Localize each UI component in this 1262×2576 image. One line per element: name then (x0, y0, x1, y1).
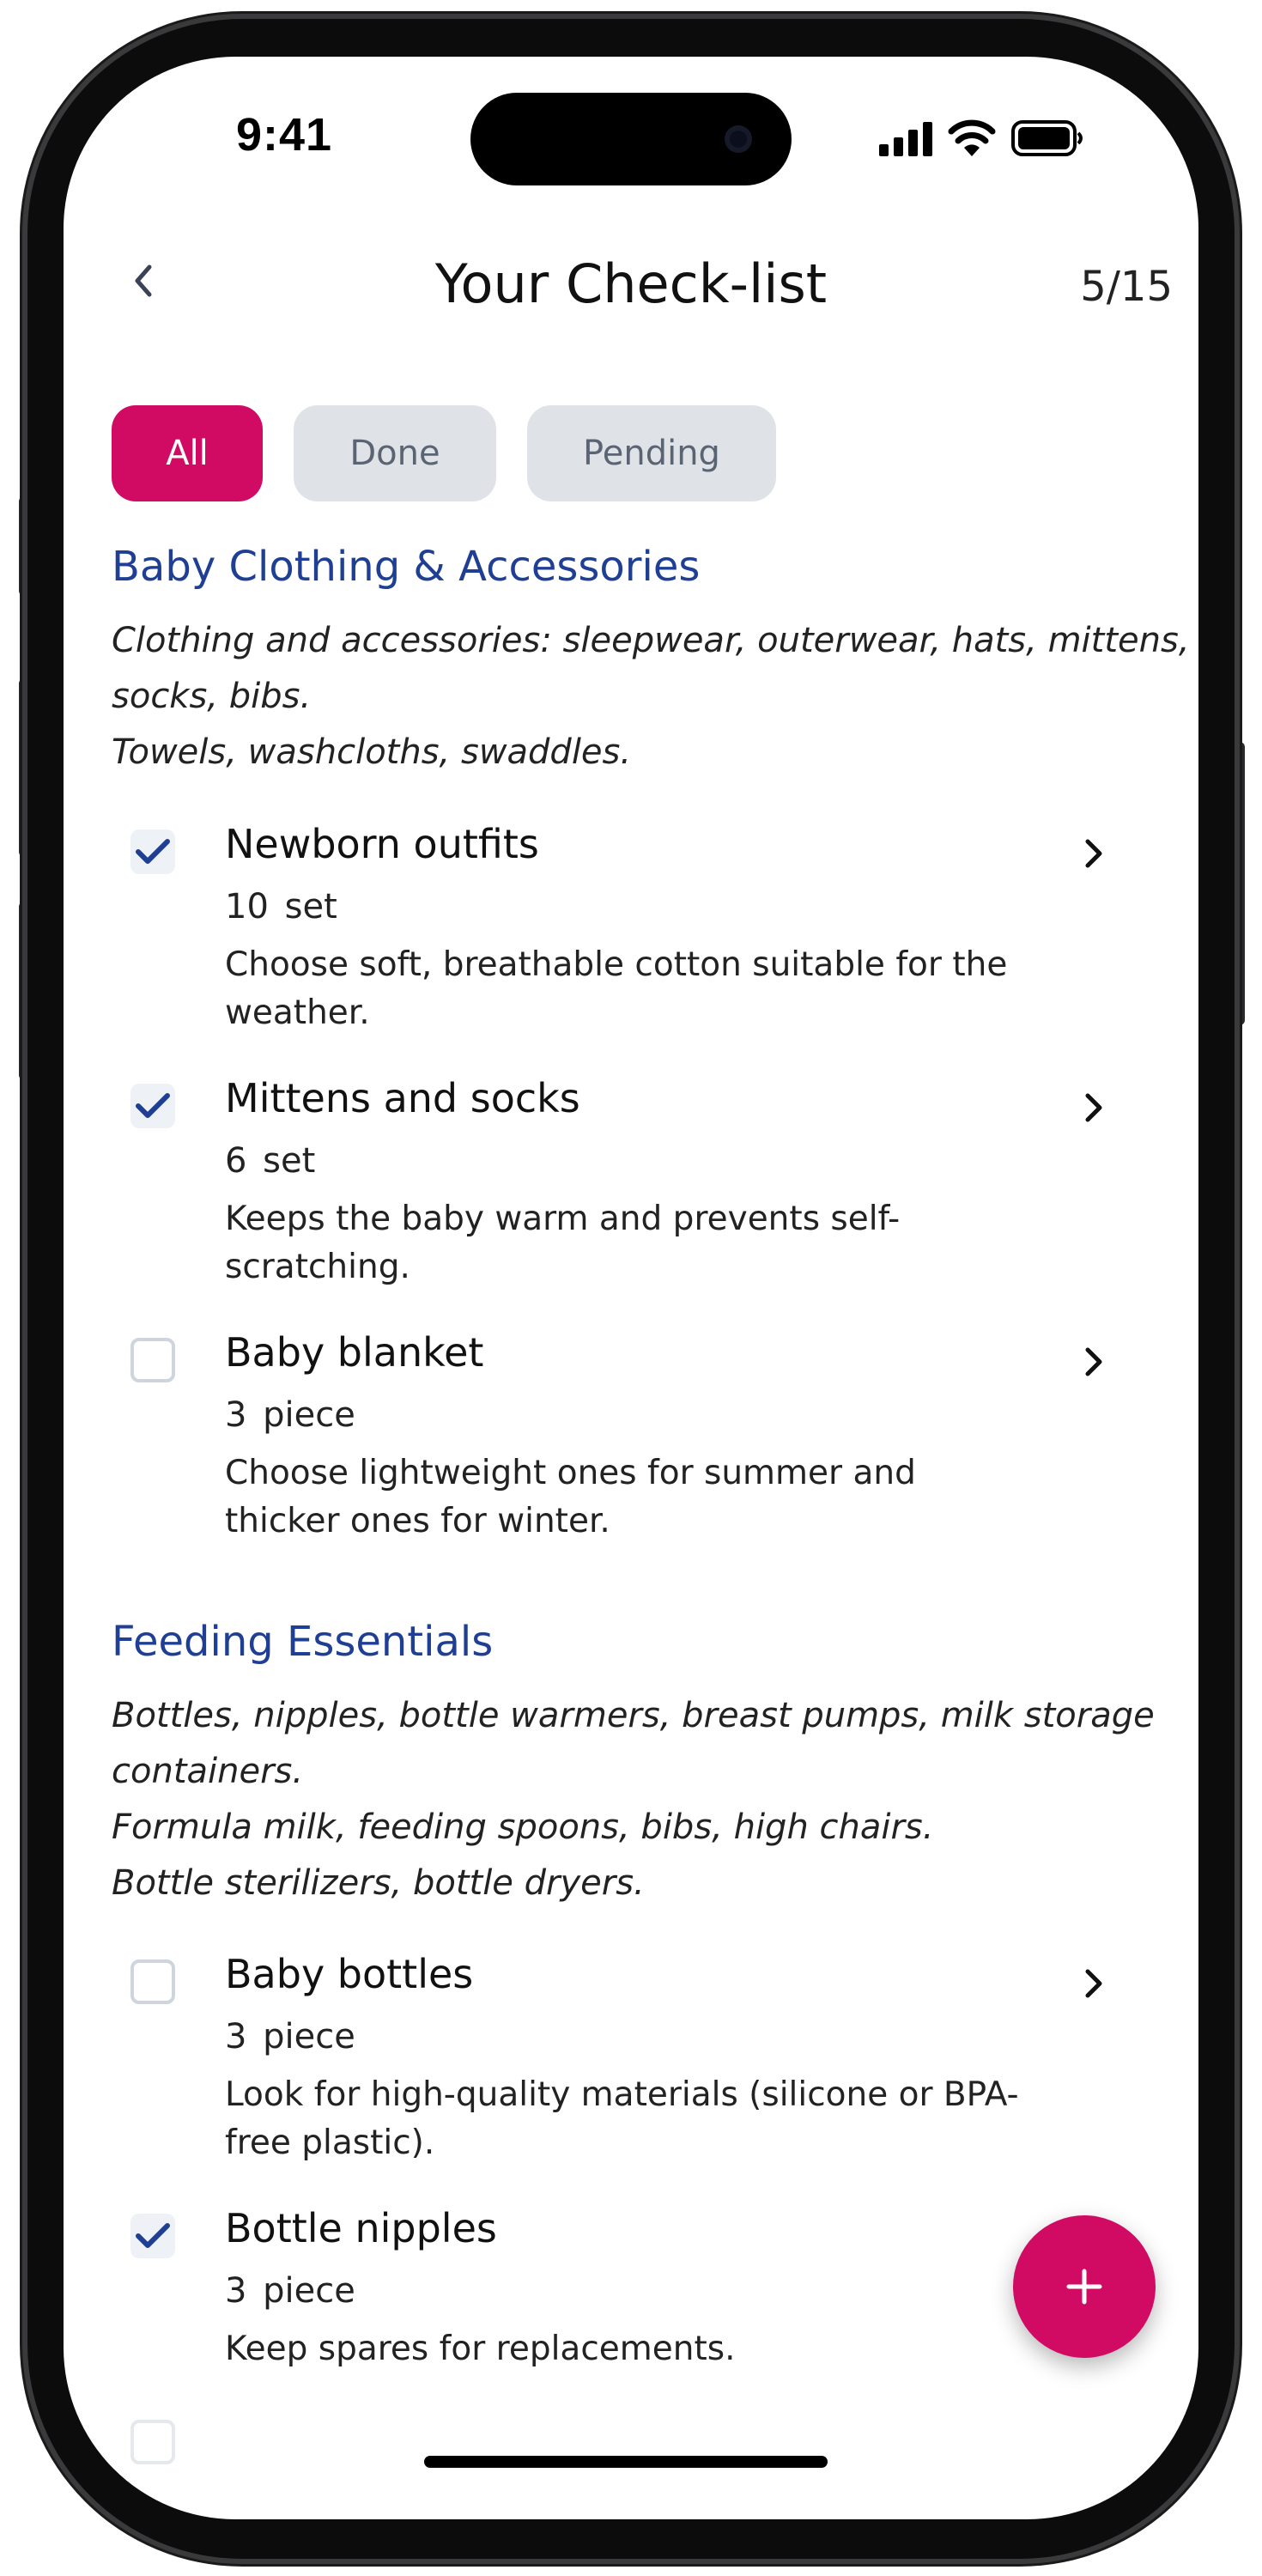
section-description: Clothing and accessories: sleepwear, out… (112, 621, 1190, 772)
checkmark-icon (136, 839, 170, 864)
item-quantity: 3 piece (225, 2271, 355, 2311)
checkmark-icon (136, 2223, 170, 2248)
tab-pending[interactable]: Pending (527, 405, 776, 501)
chevron-right-icon (1085, 1093, 1102, 1122)
item-checkbox[interactable] (130, 1959, 175, 2004)
chevron-right-icon (1085, 839, 1102, 868)
camera-icon (725, 125, 752, 153)
add-item-button[interactable] (1013, 2215, 1156, 2358)
item-checkbox[interactable] (130, 829, 175, 874)
item-detail-button[interactable] (1077, 1336, 1111, 1388)
app-screen: 9:41 Your Check-list 5/15 All Done Pendi… (64, 57, 1198, 2519)
item-name: Mittens and socks (225, 1075, 580, 1121)
section-title: Feeding Essentials (112, 1618, 494, 1666)
item-quantity: 3 piece (225, 1395, 355, 1435)
item-checkbox[interactable] (130, 2420, 175, 2464)
item-name: Bottle nipples (225, 2205, 497, 2251)
section-title: Baby Clothing & Accessories (112, 543, 701, 591)
item-name: Baby bottles (225, 1951, 474, 1997)
power-button (1233, 742, 1245, 1025)
chevron-right-icon (1085, 1347, 1102, 1376)
progress-counter: 5/15 (1080, 263, 1173, 311)
cellular-signal-icon (879, 122, 932, 156)
item-checkbox[interactable] (130, 2214, 175, 2258)
item-detail-button[interactable] (1077, 1082, 1111, 1133)
battery-icon (1011, 120, 1083, 156)
item-quantity: 3 piece (225, 2017, 355, 2057)
item-quantity: 10 set (225, 887, 337, 927)
item-note: Keeps the baby warm and prevents self-sc… (225, 1200, 901, 1286)
item-name: Baby blanket (225, 1329, 484, 1376)
status-time: 9:41 (236, 109, 333, 161)
section-description: Bottles, nipples, bottle warmers, breast… (112, 1696, 1155, 1903)
item-note: Keep spares for replacements. (225, 2330, 736, 2368)
item-detail-button[interactable] (1077, 1958, 1111, 2009)
item-checkbox[interactable] (130, 1338, 175, 1382)
item-note: Choose lightweight ones for summer and th… (225, 1454, 916, 1540)
home-indicator (424, 2456, 828, 2468)
tab-done[interactable]: Done (294, 405, 496, 501)
plus-icon (1066, 2269, 1102, 2305)
item-note: Choose soft, breathable cotton suitable … (225, 945, 1008, 1032)
checkmark-icon (136, 1093, 170, 1118)
item-checkbox[interactable] (130, 1084, 175, 1128)
wifi-icon (948, 119, 996, 156)
item-note: Look for high-quality materials (silicon… (225, 2075, 1019, 2162)
chevron-right-icon (1085, 1969, 1102, 1998)
item-detail-button[interactable] (1077, 828, 1111, 879)
item-name: Newborn outfits (225, 821, 539, 867)
item-quantity: 6 set (225, 1141, 316, 1181)
tab-all[interactable]: All (112, 405, 263, 501)
page-title: Your Check-list (434, 252, 828, 315)
